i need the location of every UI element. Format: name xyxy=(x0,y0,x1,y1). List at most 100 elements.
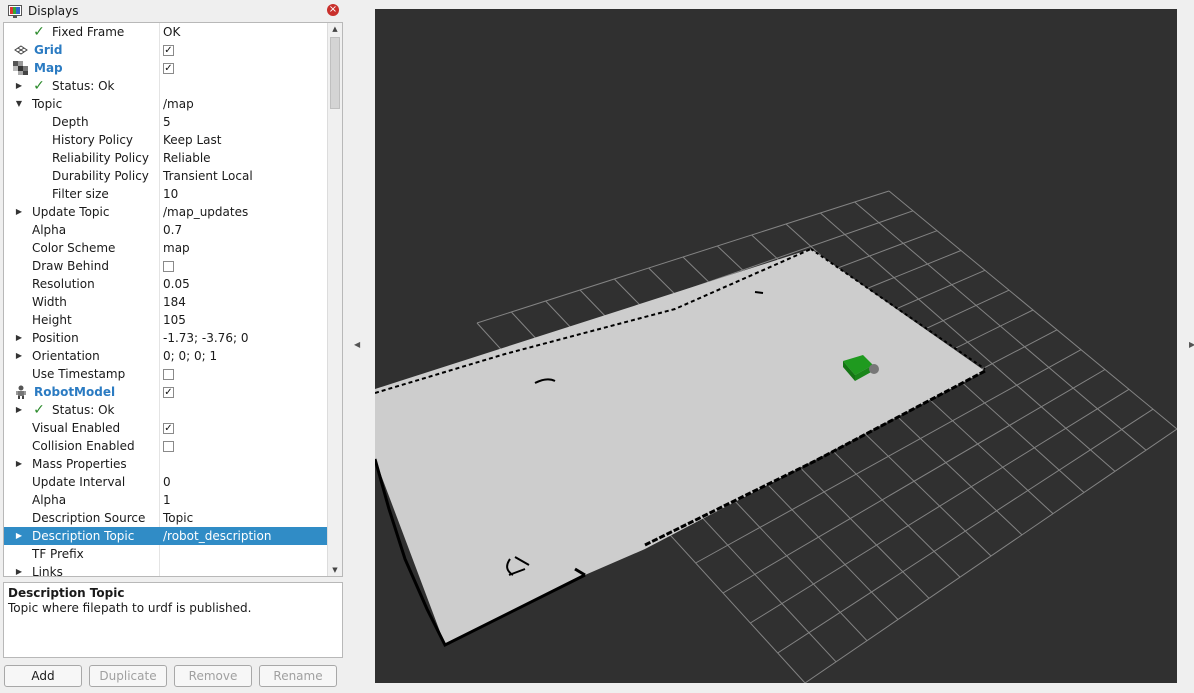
value-text: 0 xyxy=(163,475,171,489)
tree-row[interactable]: Height 105 xyxy=(4,311,329,329)
tree-row[interactable]: ▶ ✓ Status: Ok xyxy=(4,77,329,95)
property-label: Height xyxy=(32,313,72,327)
tree-row[interactable]: TF Prefix xyxy=(4,545,329,563)
tree-row[interactable]: Width 184 xyxy=(4,293,329,311)
property-value[interactable] xyxy=(159,437,333,455)
scene-canvas[interactable] xyxy=(375,9,1177,683)
remove-button[interactable]: Remove xyxy=(174,665,252,687)
duplicate-button[interactable]: Duplicate xyxy=(89,665,167,687)
property-value[interactable]: /map_updates xyxy=(159,203,333,221)
enable-checkbox[interactable] xyxy=(163,260,174,272)
property-value[interactable]: /map xyxy=(159,95,333,113)
collapsed-arrow-icon[interactable]: ▶ xyxy=(14,347,24,365)
property-value[interactable]: Keep Last xyxy=(159,131,333,149)
collapsed-arrow-icon[interactable]: ▶ xyxy=(14,203,24,221)
tree-row[interactable]: Durability Policy Transient Local xyxy=(4,167,329,185)
tree-row[interactable]: Use Timestamp xyxy=(4,365,329,383)
property-value[interactable]: 0 xyxy=(159,473,333,491)
property-value[interactable]: ✓ xyxy=(159,59,333,77)
property-name: Description Topic xyxy=(32,527,134,545)
property-value[interactable]: ✓ xyxy=(159,383,333,401)
property-value[interactable]: OK xyxy=(159,23,333,41)
enable-checkbox[interactable] xyxy=(163,440,174,452)
property-description: Description Topic Topic where filepath t… xyxy=(3,582,343,658)
property-value[interactable]: 0.7 xyxy=(159,221,333,239)
scroll-up-icon[interactable]: ▲ xyxy=(328,23,342,35)
rename-button[interactable]: Rename xyxy=(259,665,337,687)
tree-row[interactable]: Depth 5 xyxy=(4,113,329,131)
tree-row[interactable]: Resolution 0.05 xyxy=(4,275,329,293)
property-value[interactable]: 10 xyxy=(159,185,333,203)
tree-row[interactable]: Alpha 0.7 xyxy=(4,221,329,239)
tree-row[interactable]: Grid ✓ xyxy=(4,41,329,59)
property-value[interactable]: 184 xyxy=(159,293,333,311)
property-value[interactable]: Topic xyxy=(159,509,333,527)
collapsed-arrow-icon[interactable]: ▶ xyxy=(14,401,24,419)
property-value[interactable] xyxy=(159,401,333,419)
property-value[interactable] xyxy=(159,257,333,275)
close-panel-button[interactable]: × xyxy=(327,4,339,16)
tree-row[interactable]: ▶ Update Topic/map_updates xyxy=(4,203,329,221)
enable-checkbox[interactable] xyxy=(163,368,174,380)
property-value[interactable] xyxy=(159,545,333,563)
enable-checkbox[interactable]: ✓ xyxy=(163,386,174,398)
property-name: TF Prefix xyxy=(32,545,84,563)
add-button[interactable]: Add xyxy=(4,665,82,687)
property-value[interactable]: 0.05 xyxy=(159,275,333,293)
property-value[interactable]: Reliable xyxy=(159,149,333,167)
tree-row[interactable]: Description Source Topic xyxy=(4,509,329,527)
display-tree[interactable]: ✓ Fixed Frame OK Grid ✓ Map ✓ ▶ ✓ Status: Ok ▼ Topi… xyxy=(3,22,343,577)
property-value[interactable]: /robot_description xyxy=(159,527,333,545)
property-value[interactable]: map xyxy=(159,239,333,257)
tree-row[interactable]: ▶ Position -1.73; -3.76; 0 xyxy=(4,329,329,347)
enable-checkbox[interactable]: ✓ xyxy=(163,422,174,434)
collapsed-arrow-icon[interactable]: ▶ xyxy=(14,527,24,545)
property-value[interactable]: ✓ xyxy=(159,419,333,437)
collapsed-arrow-icon[interactable]: ▶ xyxy=(14,455,24,473)
tree-row[interactable]: Alpha 1 xyxy=(4,491,329,509)
value-text: 0.05 xyxy=(163,277,190,291)
tree-row[interactable]: Filter size 10 xyxy=(4,185,329,203)
tree-row[interactable]: Map ✓ xyxy=(4,59,329,77)
tree-row[interactable]: Update Interval 0 xyxy=(4,473,329,491)
scroll-down-icon[interactable]: ▼ xyxy=(328,564,342,576)
tree-row[interactable]: Draw Behind xyxy=(4,257,329,275)
property-value[interactable] xyxy=(159,365,333,383)
property-value[interactable] xyxy=(159,77,333,95)
property-value[interactable]: -1.73; -3.76; 0 xyxy=(159,329,333,347)
tree-row[interactable]: RobotModel ✓ xyxy=(4,383,329,401)
tree-row[interactable]: ▶ Links xyxy=(4,563,329,576)
property-value[interactable]: 105 xyxy=(159,311,333,329)
render-viewport[interactable] xyxy=(375,9,1177,683)
property-value[interactable]: 0; 0; 0; 1 xyxy=(159,347,333,365)
splitter-left-arrow-icon[interactable]: ◀ xyxy=(354,340,360,349)
display-name: Grid xyxy=(34,43,63,57)
collapsed-arrow-icon[interactable]: ▶ xyxy=(14,77,24,95)
expanded-arrow-icon[interactable]: ▼ xyxy=(14,95,24,113)
tree-row[interactable]: Reliability Policy Reliable xyxy=(4,149,329,167)
splitter-right-arrow-icon[interactable]: ▶ xyxy=(1189,340,1194,349)
property-value[interactable] xyxy=(159,455,333,473)
tree-row[interactable]: ✓ Fixed Frame OK xyxy=(4,23,329,41)
collapsed-arrow-icon[interactable]: ▶ xyxy=(14,329,24,347)
enable-checkbox[interactable]: ✓ xyxy=(163,62,174,74)
tree-row[interactable]: Collision Enabled xyxy=(4,437,329,455)
tree-row[interactable]: Visual Enabled ✓ xyxy=(4,419,329,437)
tree-row[interactable]: ▼ Topic/map xyxy=(4,95,329,113)
property-value[interactable]: 5 xyxy=(159,113,333,131)
property-value[interactable]: Transient Local xyxy=(159,167,333,185)
tree-row[interactable]: History Policy Keep Last xyxy=(4,131,329,149)
property-value[interactable]: ✓ xyxy=(159,41,333,59)
enable-checkbox[interactable]: ✓ xyxy=(163,44,174,56)
tree-row[interactable]: ▶ Mass Properties xyxy=(4,455,329,473)
scroll-thumb[interactable] xyxy=(330,37,340,109)
tree-row[interactable]: Color Scheme map xyxy=(4,239,329,257)
tree-row[interactable]: ▶ Orientation 0; 0; 0; 1 xyxy=(4,347,329,365)
property-value[interactable]: 1 xyxy=(159,491,333,509)
property-value[interactable] xyxy=(159,563,333,576)
tree-row[interactable]: ▶ Description Topic/robot_description xyxy=(4,527,329,545)
tree-scrollbar[interactable]: ▲ ▼ xyxy=(327,23,342,576)
tree-row[interactable]: ▶ ✓ Status: Ok xyxy=(4,401,329,419)
property-name: Orientation xyxy=(32,347,100,365)
collapsed-arrow-icon[interactable]: ▶ xyxy=(14,563,24,576)
